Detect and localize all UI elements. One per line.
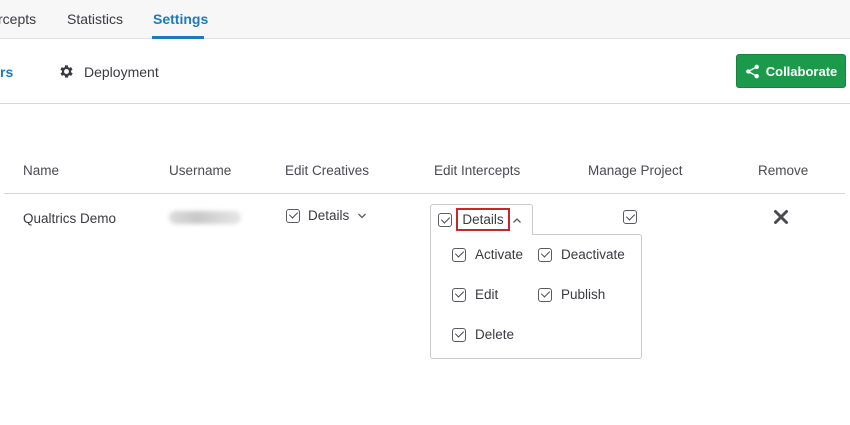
- tab-intercepts[interactable]: rcepts: [0, 11, 36, 27]
- settings-subnav: rs Deployment Collaborate: [0, 39, 850, 104]
- column-header-name: Name: [23, 163, 60, 178]
- tab-settings[interactable]: Settings: [153, 11, 208, 27]
- manage-project-checkbox[interactable]: [623, 210, 637, 224]
- activate-checkbox[interactable]: [452, 247, 466, 262]
- deactivate-checkbox[interactable]: [538, 247, 552, 262]
- column-header-manage-project: Manage Project: [588, 163, 683, 178]
- chevron-up-icon[interactable]: [512, 216, 522, 226]
- option-edit[interactable]: Edit: [452, 287, 498, 302]
- option-delete-label: Delete: [475, 327, 515, 342]
- option-edit-label: Edit: [475, 287, 499, 302]
- top-navigation: rcepts Statistics Settings: [0, 0, 850, 39]
- edit-intercepts-details-highlight[interactable]: Details: [456, 208, 510, 231]
- gear-icon: [60, 65, 73, 78]
- collaborate-button[interactable]: Collaborate: [736, 54, 846, 88]
- edit-creatives-control[interactable]: Details: [286, 208, 367, 223]
- collaborate-label: Collaborate: [765, 63, 838, 79]
- column-header-remove: Remove: [758, 163, 809, 178]
- username-blurred: [169, 211, 241, 224]
- option-activate-label: Activate: [475, 247, 524, 262]
- option-deactivate[interactable]: Deactivate: [538, 247, 625, 262]
- table-header-divider: [4, 193, 845, 194]
- edit-creatives-details-label[interactable]: Details: [308, 208, 349, 223]
- subnav-item-collaborators[interactable]: rs: [0, 64, 13, 80]
- edit-checkbox[interactable]: [452, 287, 466, 302]
- option-activate[interactable]: Activate: [452, 247, 523, 262]
- edit-creatives-checkbox[interactable]: [286, 208, 300, 223]
- edit-intercepts-dropdown-panel: Activate Deactivate Edit Publish Delete: [430, 234, 642, 359]
- edit-intercepts-dropdown-toggle[interactable]: Details: [430, 204, 533, 235]
- collaborator-name: Qualtrics Demo: [23, 211, 117, 226]
- chevron-down-icon[interactable]: [357, 211, 367, 221]
- subnav-item-deployment[interactable]: Deployment: [58, 63, 159, 80]
- column-header-username: Username: [169, 163, 232, 178]
- column-header-edit-intercepts: Edit Intercepts: [434, 163, 521, 178]
- delete-checkbox[interactable]: [452, 327, 466, 342]
- close-icon[interactable]: [773, 209, 789, 225]
- edit-intercepts-checkbox[interactable]: [438, 213, 452, 227]
- option-delete[interactable]: Delete: [452, 327, 514, 342]
- column-header-edit-creatives: Edit Creatives: [285, 163, 370, 178]
- tab-statistics[interactable]: Statistics: [67, 11, 123, 27]
- option-deactivate-label: Deactivate: [561, 247, 625, 262]
- publish-checkbox[interactable]: [538, 287, 552, 302]
- share-icon: [745, 64, 759, 78]
- option-publish-label: Publish: [561, 287, 606, 302]
- option-publish[interactable]: Publish: [538, 287, 605, 302]
- deployment-label: Deployment: [84, 63, 159, 80]
